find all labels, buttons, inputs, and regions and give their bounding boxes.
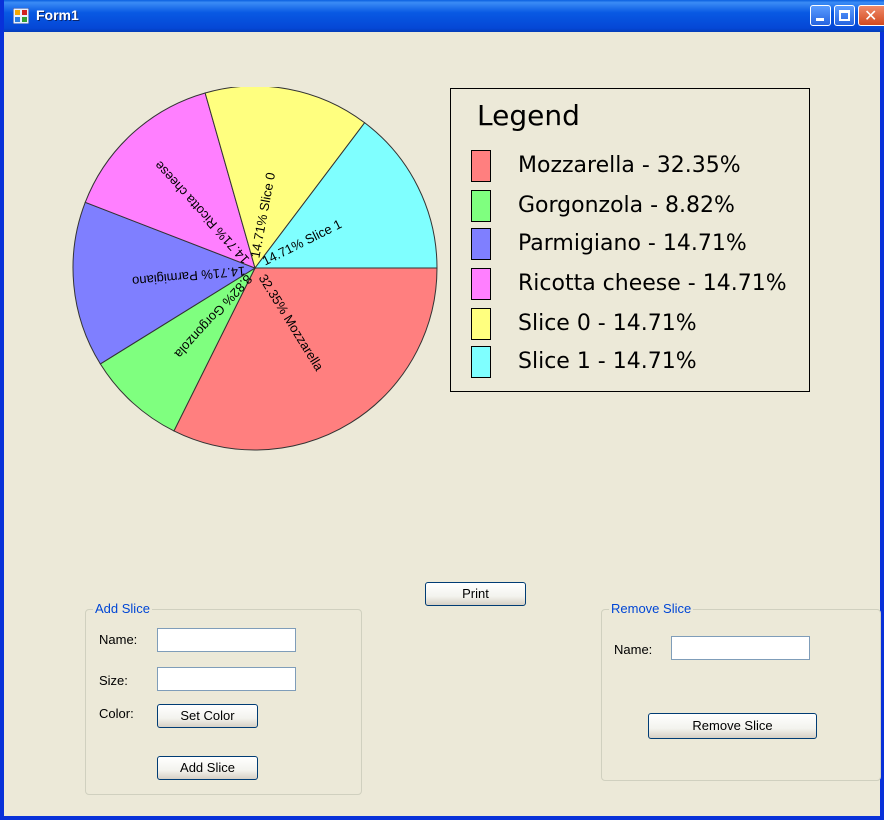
remove-name-label: Name: — [614, 642, 653, 657]
minimize-button[interactable] — [810, 5, 831, 26]
close-button[interactable]: ✕ — [858, 5, 884, 26]
remove-slice-group: Remove Slice — [601, 601, 881, 781]
add-slice-button[interactable]: Add Slice — [157, 756, 258, 780]
add-name-label: Name: — [99, 632, 138, 647]
legend-swatch — [471, 268, 491, 300]
pie-chart: 32.35% Mozzarella8.82% Gorgonzola14.71% … — [72, 87, 438, 451]
legend-title: Legend — [477, 99, 580, 132]
maximize-button[interactable] — [834, 5, 855, 26]
legend-label: Gorgonzola - 8.82% — [518, 193, 735, 218]
add-color-label: Color: — [99, 706, 134, 721]
remove-name-input[interactable] — [671, 636, 810, 660]
add-size-input[interactable] — [157, 667, 296, 691]
legend-label: Ricotta cheese - 14.71% — [518, 271, 787, 296]
print-button[interactable]: Print — [425, 582, 526, 606]
minimize-icon — [816, 18, 824, 21]
add-name-input[interactable] — [157, 628, 296, 652]
maximize-icon — [839, 10, 850, 21]
legend-swatch — [471, 150, 491, 182]
legend-label: Parmigiano - 14.71% — [518, 231, 747, 256]
legend-swatch — [471, 228, 491, 260]
add-size-label: Size: — [99, 673, 128, 688]
chart-legend: Legend Mozzarella - 32.35% Gorgonzola - … — [450, 88, 810, 392]
set-color-button[interactable]: Set Color — [157, 704, 258, 728]
close-icon: ✕ — [864, 6, 878, 25]
legend-swatch — [471, 346, 491, 378]
remove-slice-button[interactable]: Remove Slice — [648, 713, 817, 739]
legend-label: Slice 1 - 14.71% — [518, 349, 697, 374]
form-window: Form1 ✕ 32.35% Mozzarella 8.82% Gorgonzol… — [0, 0, 884, 820]
legend-label: Mozzarella - 32.35% — [518, 153, 741, 178]
window-title: Form1 — [36, 7, 79, 23]
title-bar[interactable]: Form1 ✕ — [4, 0, 884, 32]
legend-swatch — [471, 308, 491, 340]
remove-slice-group-title: Remove Slice — [609, 601, 694, 616]
legend-swatch — [471, 190, 491, 222]
add-slice-group-title: Add Slice — [93, 601, 152, 616]
app-icon — [13, 8, 29, 24]
legend-label: Slice 0 - 14.71% — [518, 311, 697, 336]
